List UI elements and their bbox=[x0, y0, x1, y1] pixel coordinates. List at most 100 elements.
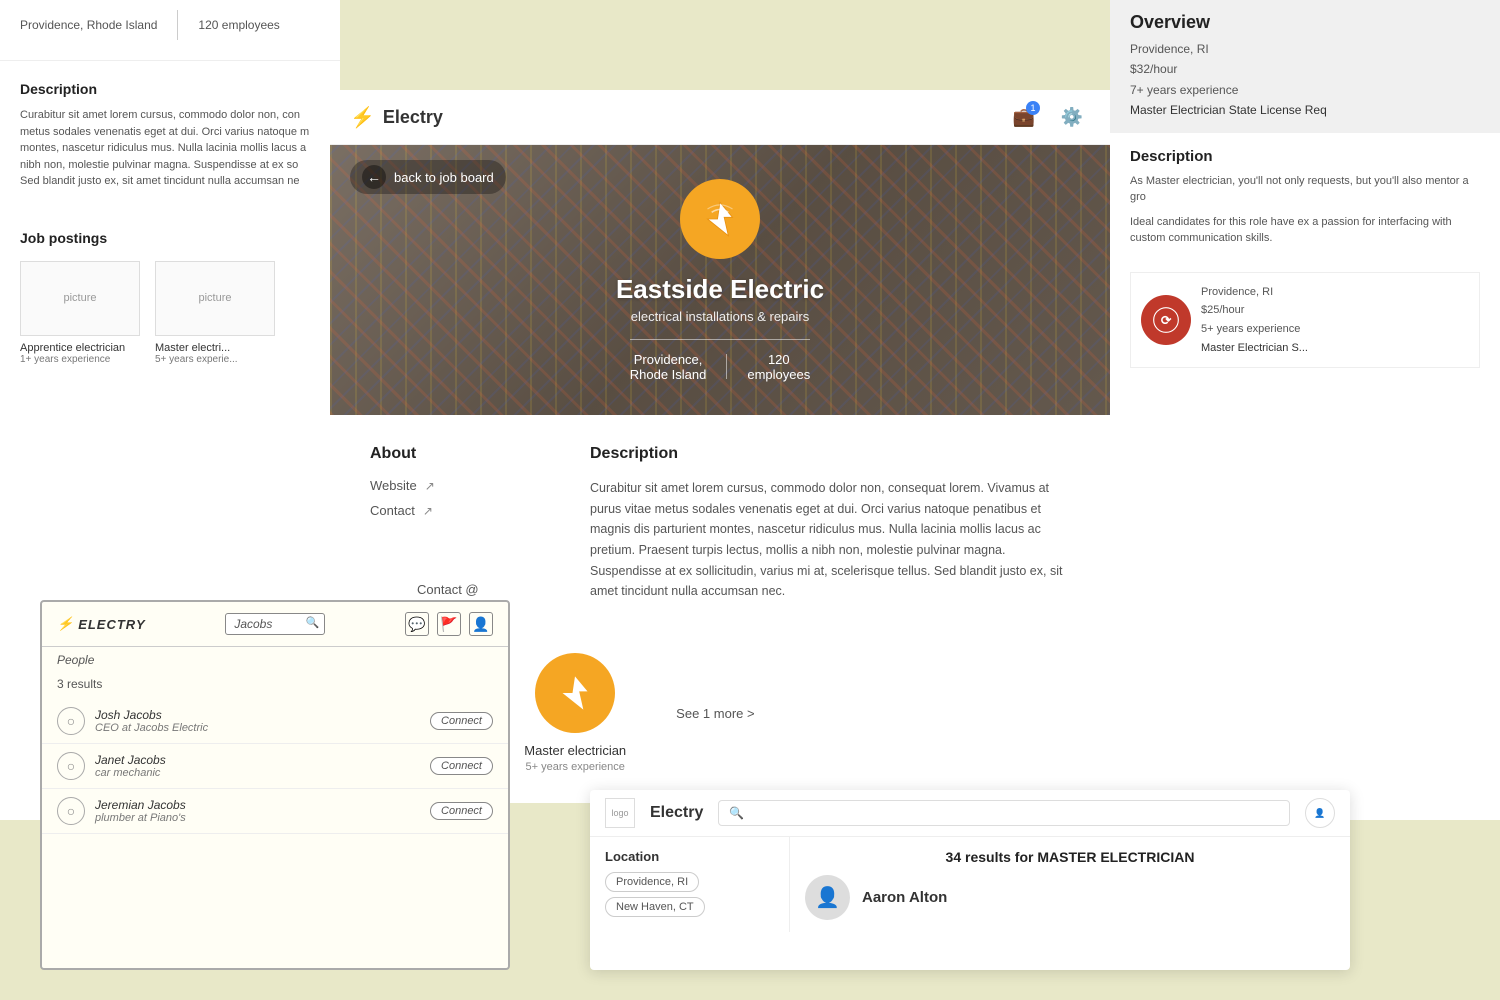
body-layout: About Website ↗ Contact ↗ Description Cu… bbox=[370, 445, 1070, 602]
body-right-column: Description Curabitur sit amet lorem cur… bbox=[590, 445, 1070, 602]
sketch-person-1[interactable]: ○ Josh Jacobs CEO at Jacobs Electric Con… bbox=[42, 699, 508, 744]
search-results-panel: logo Electry 🔍 👤 Location Providence, RI… bbox=[590, 790, 1350, 970]
search-app-name: Electry bbox=[650, 804, 703, 822]
search-results-count-title: 34 results for MASTER ELECTRICIAN bbox=[805, 849, 1335, 865]
company-logo-main-svg bbox=[695, 194, 745, 244]
sketch-person-info-3: Jeremian Jacobs plumber at Piano's bbox=[95, 798, 420, 824]
left-desc-text: Curabitur sit amet lorem cursus, commodo… bbox=[20, 107, 320, 190]
right-background-panel: Overview Providence, RI $32/hour 7+ year… bbox=[1110, 0, 1500, 820]
stats-divider bbox=[726, 354, 727, 379]
left-panel-jobs: Job postings picture Apprentice electric… bbox=[0, 210, 340, 385]
job-card-img-1: picture bbox=[20, 261, 140, 336]
external-link-icon: ↗ bbox=[425, 479, 435, 493]
overview-meta: Providence, RI $32/hour 7+ years experie… bbox=[1130, 39, 1480, 121]
website-link[interactable]: Website ↗ bbox=[370, 478, 550, 493]
job-card-exp-2: 5+ years experie... bbox=[155, 354, 275, 365]
sketch-app-name: ELECTRY bbox=[78, 617, 145, 632]
sketch-results: 3 results bbox=[42, 673, 508, 699]
right-desc-title: Description bbox=[1130, 148, 1480, 165]
left-jobs-title: Job postings bbox=[20, 230, 320, 246]
job-card-master[interactable]: picture Master electri... 5+ years exper… bbox=[155, 261, 275, 365]
search-logo-placeholder: logo bbox=[605, 798, 635, 828]
contact-link[interactable]: Contact ↗ bbox=[370, 503, 550, 518]
hero-divider bbox=[630, 339, 810, 340]
company-employees-stat: 120employees bbox=[747, 352, 810, 382]
description-title: Description bbox=[590, 445, 1070, 463]
job-cards-row: picture Apprentice electrician 1+ years … bbox=[20, 261, 320, 365]
location-tags: Providence, RI New Haven, CT bbox=[605, 872, 774, 917]
app-name: Electry bbox=[383, 107, 443, 128]
job-posting-name-2: Master electrician bbox=[524, 743, 626, 758]
company-logo-small: ⟳ bbox=[1141, 295, 1191, 345]
search-input-container[interactable]: 🔍 bbox=[718, 800, 1290, 826]
back-label: back to job board bbox=[394, 170, 494, 185]
search-icon-sketch: 🔍 bbox=[306, 616, 320, 629]
job-posting-exp-2: 5+ years experience bbox=[526, 761, 625, 773]
sketch-profile-icon[interactable]: 👤 bbox=[469, 612, 493, 636]
sketch-connect-btn-3[interactable]: Connect bbox=[430, 802, 493, 820]
location-tag-providence[interactable]: Providence, RI bbox=[605, 872, 699, 892]
location-filter-title: Location bbox=[605, 849, 774, 864]
sketch-avatar-1: ○ bbox=[57, 707, 85, 735]
company-logo bbox=[680, 179, 760, 259]
job-logo-svg-2 bbox=[550, 668, 600, 718]
sketch-header: ⚡ ELECTRY 🔍 💬 🚩 👤 bbox=[42, 602, 508, 647]
right-panel-company-card[interactable]: ⟳ Providence, RI $25/hour 5+ years exper… bbox=[1130, 272, 1480, 369]
job-posting-master[interactable]: Master electrician 5+ years experience bbox=[524, 653, 626, 773]
sketch-person-2[interactable]: ○ Janet Jacobs car mechanic Connect bbox=[42, 744, 508, 789]
overview-title: Overview bbox=[1130, 12, 1480, 33]
body-left-column: About Website ↗ Contact ↗ bbox=[370, 445, 550, 602]
location-text: Providence, Rhode Island bbox=[20, 18, 157, 32]
svg-text:⟳: ⟳ bbox=[1161, 313, 1172, 327]
sketch-wireframe-panel: ⚡ ELECTRY 🔍 💬 🚩 👤 People 3 results ○ Jos… bbox=[40, 600, 510, 970]
sketch-logo: ⚡ ELECTRY bbox=[57, 616, 146, 632]
sketch-connect-btn-1[interactable]: Connect bbox=[430, 712, 493, 730]
sketch-icons: 💬 🚩 👤 bbox=[405, 612, 493, 636]
sketch-person-3[interactable]: ○ Jeremian Jacobs plumber at Piano's Con… bbox=[42, 789, 508, 834]
sketch-connect-btn-2[interactable]: Connect bbox=[430, 757, 493, 775]
settings-button[interactable]: ⚙️ bbox=[1054, 99, 1090, 135]
result-person-row: 👤 Aaron Alton bbox=[805, 875, 1335, 920]
search-location-panel: Location Providence, RI New Haven, CT bbox=[590, 837, 790, 932]
search-results-main: 34 results for MASTER ELECTRICIAN 👤 Aaro… bbox=[790, 837, 1350, 932]
company-logo-svg-small: ⟳ bbox=[1152, 306, 1180, 334]
sketch-flag-icon[interactable]: 🚩 bbox=[437, 612, 461, 636]
company-name: Eastside Electric bbox=[616, 274, 824, 305]
stats-divider bbox=[177, 10, 178, 40]
sketch-person-name-3: Jeremian Jacobs bbox=[95, 798, 420, 812]
job-card-img-2: picture bbox=[155, 261, 275, 336]
about-title: About bbox=[370, 445, 550, 463]
right-panel-overview: Overview Providence, RI $32/hour 7+ year… bbox=[1110, 0, 1500, 133]
company-stats: Providence,Rhode Island 120employees bbox=[616, 352, 824, 382]
sketch-message-icon[interactable]: 💬 bbox=[405, 612, 429, 636]
hero-content: Eastside Electric electrical installatio… bbox=[616, 179, 824, 382]
job-card-apprentice[interactable]: picture Apprentice electrician 1+ years … bbox=[20, 261, 140, 365]
location-tag-new-haven[interactable]: New Haven, CT bbox=[605, 897, 705, 917]
notification-badge: 1 bbox=[1026, 101, 1040, 115]
contact-at-label: Contact @ bbox=[417, 582, 479, 597]
sketch-lightning-icon: ⚡ bbox=[57, 616, 73, 632]
left-panel-location: Providence, Rhode Island 120 employees bbox=[20, 10, 320, 40]
app-logo: ⚡ Electry bbox=[350, 105, 443, 130]
app-header: ⚡ Electry 💼 1 ⚙️ bbox=[330, 90, 1110, 145]
search-results-body: Location Providence, RI New Haven, CT 34… bbox=[590, 837, 1350, 932]
right-desc-text1: As Master electrician, you'll not only r… bbox=[1130, 173, 1480, 206]
back-to-job-board-button[interactable]: ← back to job board bbox=[350, 160, 506, 194]
result-avatar: 👤 bbox=[805, 875, 850, 920]
search-icon-main: 🔍 bbox=[729, 806, 744, 820]
left-panel-description: Description Curabitur sit amet lorem cur… bbox=[0, 61, 340, 210]
gear-icon: ⚙️ bbox=[1061, 107, 1083, 128]
left-desc-title: Description bbox=[20, 81, 320, 97]
sketch-person-info-2: Janet Jacobs car mechanic bbox=[95, 753, 420, 779]
search-profile-placeholder: 👤 bbox=[1305, 798, 1335, 828]
sketch-search-wrapper: 🔍 bbox=[225, 613, 325, 635]
sketch-avatar-2: ○ bbox=[57, 752, 85, 780]
contact-label: Contact bbox=[370, 503, 415, 518]
sketch-person-role-3: plumber at Piano's bbox=[95, 812, 420, 824]
briefcase-button[interactable]: 💼 1 bbox=[1006, 99, 1042, 135]
company-tagline: electrical installations & repairs bbox=[616, 309, 824, 324]
sketch-person-name-1: Josh Jacobs bbox=[95, 708, 420, 722]
employees-text: 120 employees bbox=[198, 18, 279, 32]
see-more-button[interactable]: See 1 more > bbox=[676, 706, 754, 721]
description-text: Curabitur sit amet lorem cursus, commodo… bbox=[590, 478, 1070, 602]
